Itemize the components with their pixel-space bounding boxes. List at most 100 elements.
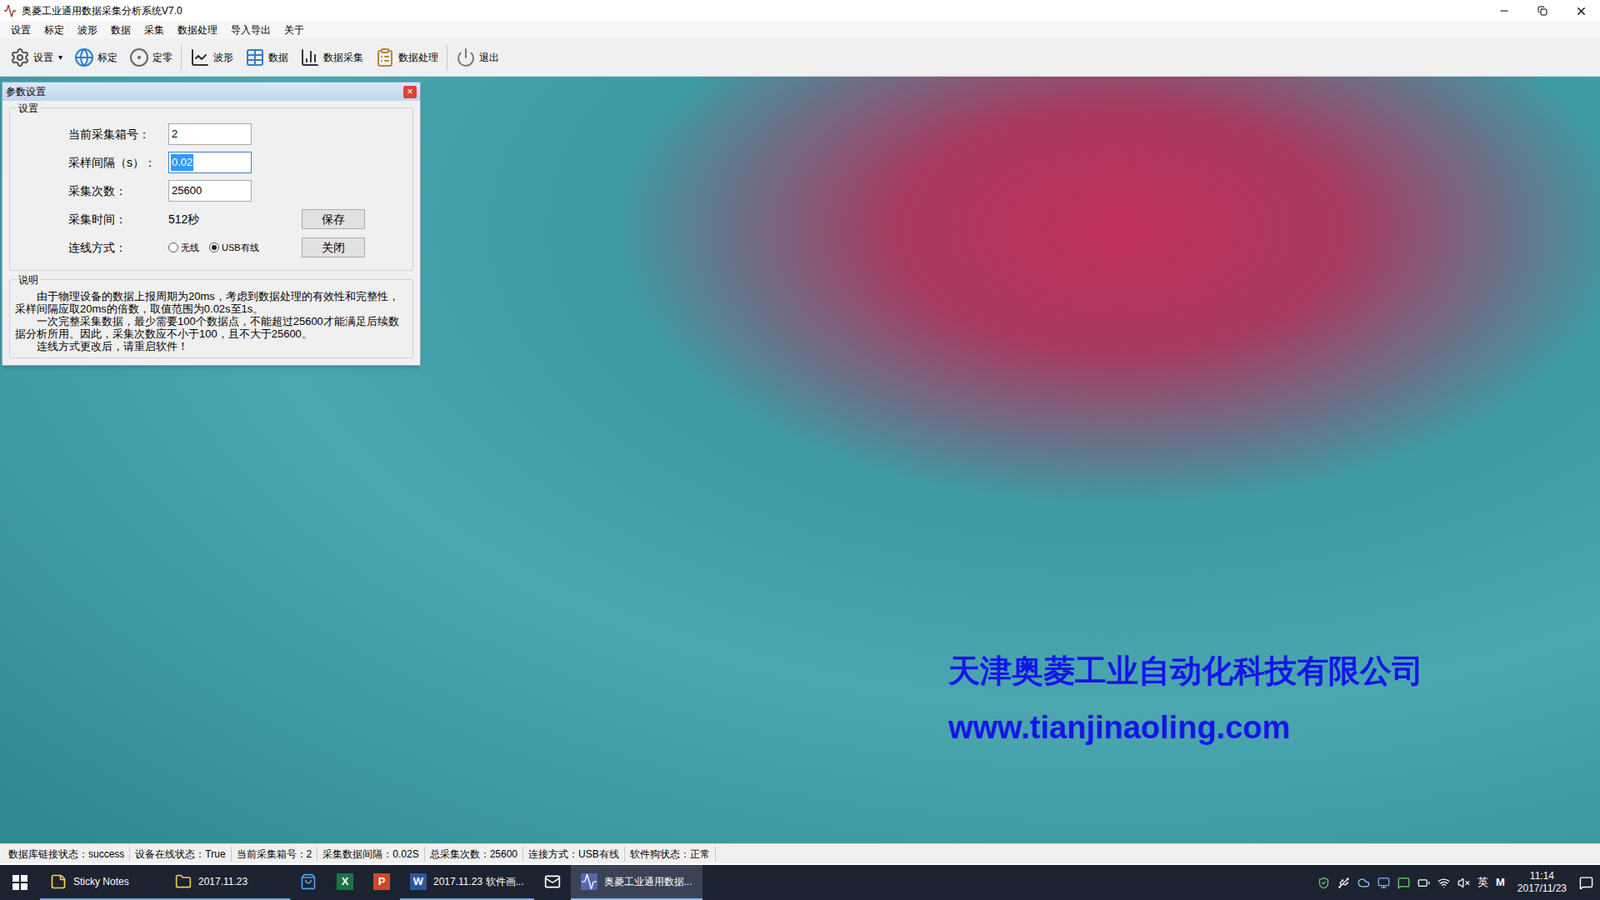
taskbar-item[interactable] (290, 865, 327, 900)
workspace: 天津奥菱工业自动化科技有限公司 www.tianjinaoling.com 参数设置… (0, 76, 1600, 844)
group-label: 说明 (16, 272, 40, 288)
dialog-title: 参数设置 (5, 84, 46, 100)
note-text: 由于物理设备的数据上报周期为20ms，考虑到数据处理的有效性和完整性，采样间隔应… (15, 290, 408, 315)
ppt-icon: P (373, 873, 390, 890)
taskbar-item[interactable]: X (326, 865, 364, 900)
shield-icon (1317, 876, 1330, 890)
dropdown-arrow[interactable]: ▾ (58, 50, 63, 64)
menu-bar: 设置标定波形数据采集数据处理导入导出关于 (0, 21, 1600, 39)
field-input[interactable]: 2 (168, 123, 252, 145)
store-icon (300, 873, 317, 890)
time-row: 采集时间：512秒保存 (10, 205, 413, 234)
minimize-button[interactable] (1485, 0, 1524, 22)
toolbar-button[interactable]: 设置▾ (6, 40, 66, 75)
status-item: 总采集次数：25600 (425, 846, 524, 862)
dialog-close-button[interactable]: × (403, 85, 417, 99)
cloud-icon (1357, 876, 1370, 890)
ime-indicator[interactable]: 英 (1477, 874, 1489, 891)
menu-item[interactable]: 标定 (38, 21, 70, 39)
field-label: 采集次数： (68, 182, 169, 200)
status-item: 连接方式：USB有线 (523, 846, 625, 862)
toolbar-button[interactable]: 定零 (125, 40, 176, 75)
note-icon (50, 873, 67, 890)
company-url: www.tianjinaoling.com (948, 708, 1424, 747)
note-text: 连线方式更改后，请重启软件！ (15, 340, 408, 353)
window-title: 奥菱工业通用数据采集分析系统V7.0 (21, 3, 183, 19)
usb-icon (1337, 876, 1350, 890)
menu-item[interactable]: 数据处理 (171, 21, 224, 39)
menu-item[interactable]: 导入导出 (225, 21, 277, 39)
mail-icon (544, 873, 561, 890)
radio-option[interactable]: 无线 (168, 240, 200, 255)
note-text: 一次完整采集数据，最少需要100个数据点，不能超过25600才能满足后续数据分析… (15, 315, 408, 340)
menu-item[interactable]: 数据 (105, 21, 137, 39)
settings-dialog: 参数设置×设置当前采集箱号：2采样间隔（s）：0.02采集次数：25600采集时… (1, 81, 421, 366)
app-icon (580, 873, 598, 890)
minimize-icon (1498, 5, 1510, 17)
toolbar-button[interactable]: 数据采集 (296, 40, 367, 75)
restore-button[interactable] (1523, 0, 1562, 22)
toolbar-button[interactable]: 退出 (452, 40, 503, 75)
dialog-title-bar: 参数设置 × (2, 82, 420, 101)
screen: 奥菱工业通用数据采集分析系统V7.0设置标定波形数据采集数据处理导入导出关于设置… (0, 0, 1600, 900)
field-label: 采样间隔（s）： (68, 154, 169, 172)
taskbar-item[interactable] (534, 865, 571, 900)
field-row: 采样间隔（s）：0.02 (10, 148, 413, 177)
notes-group: 说明由于物理设备的数据上报周期为20ms，考虑到数据处理的有效性和完整性，采样间… (9, 279, 414, 359)
taskbar: Sticky Notes2017.11.23 XP W2017.11.23 软件画.… (0, 865, 1600, 900)
monitor-icon (1377, 876, 1390, 890)
radio-option[interactable]: USB有线 (209, 240, 260, 255)
field-label: 当前采集箱号： (68, 125, 169, 144)
start-button[interactable] (0, 865, 40, 900)
close-dialog-button[interactable]: 关闭 (301, 237, 365, 258)
close-button[interactable] (1561, 0, 1600, 22)
toolbar-separator (180, 45, 182, 70)
m-indicator[interactable]: M (1495, 874, 1505, 891)
group-label: 设置 (16, 100, 40, 116)
toolbar-button[interactable]: 标定 (70, 40, 121, 75)
title-bar: 奥菱工业通用数据采集分析系统V7.0 (0, 0, 1600, 22)
menu-item[interactable]: 采集 (138, 21, 170, 39)
save-button[interactable]: 保存 (301, 209, 365, 230)
company-name: 天津奥菱工业自动化科技有限公司 (948, 651, 1424, 690)
radio-circle[interactable] (209, 242, 220, 253)
menu-item[interactable]: 关于 (278, 21, 310, 39)
status-item: 软件狗状态：正常 (625, 846, 716, 862)
radio-circle[interactable] (168, 242, 179, 253)
menu-item[interactable]: 波形 (71, 21, 104, 39)
field-label: 连线方式： (68, 239, 169, 257)
menu-item[interactable]: 设置 (5, 21, 37, 39)
status-item: 设备在线状态：True (130, 846, 231, 862)
field-input[interactable]: 25600 (168, 180, 252, 202)
window-controls (1485, 0, 1600, 22)
clock[interactable]: 11:142017/11/23 (1512, 870, 1572, 895)
field-label: 采集时间： (68, 210, 169, 229)
wave-icon (190, 47, 210, 68)
toolbar-button[interactable]: 波形 (186, 40, 237, 75)
field-row: 采集次数：25600 (10, 176, 413, 205)
chat-icon (1397, 876, 1410, 890)
taskbar-item[interactable]: 2017.11.23 (165, 865, 290, 900)
action-center-icon[interactable] (1579, 875, 1594, 890)
taskbar-item[interactable]: Sticky Notes (40, 865, 165, 900)
wifi-icon (1437, 876, 1450, 890)
status-item: 采集数据间隔：0.02S (317, 846, 425, 862)
power-icon (455, 47, 476, 68)
battery-icon (1417, 876, 1430, 890)
status-item: 数据库链接状态：success (3, 846, 130, 862)
collect-icon (300, 47, 320, 68)
zero-icon (129, 47, 150, 68)
toolbar: 设置▾标定定零波形数据数据采集数据处理退出 (0, 38, 1600, 77)
taskbar-item[interactable]: P (363, 865, 400, 900)
clipboard-icon (375, 47, 395, 68)
volume-icon (1457, 876, 1470, 890)
taskbar-item[interactable]: 奥菱工业通用数据... (570, 865, 703, 900)
field-input[interactable]: 0.02 (168, 151, 252, 174)
toolbar-separator (446, 45, 448, 70)
toolbar-button[interactable]: 数据 (241, 40, 292, 75)
toolbar-button[interactable]: 数据处理 (371, 40, 442, 75)
gear-icon (10, 47, 30, 68)
table-icon (245, 47, 265, 68)
taskbar-item[interactable]: W2017.11.23 软件画... (400, 865, 535, 900)
restore-icon (1537, 5, 1548, 16)
